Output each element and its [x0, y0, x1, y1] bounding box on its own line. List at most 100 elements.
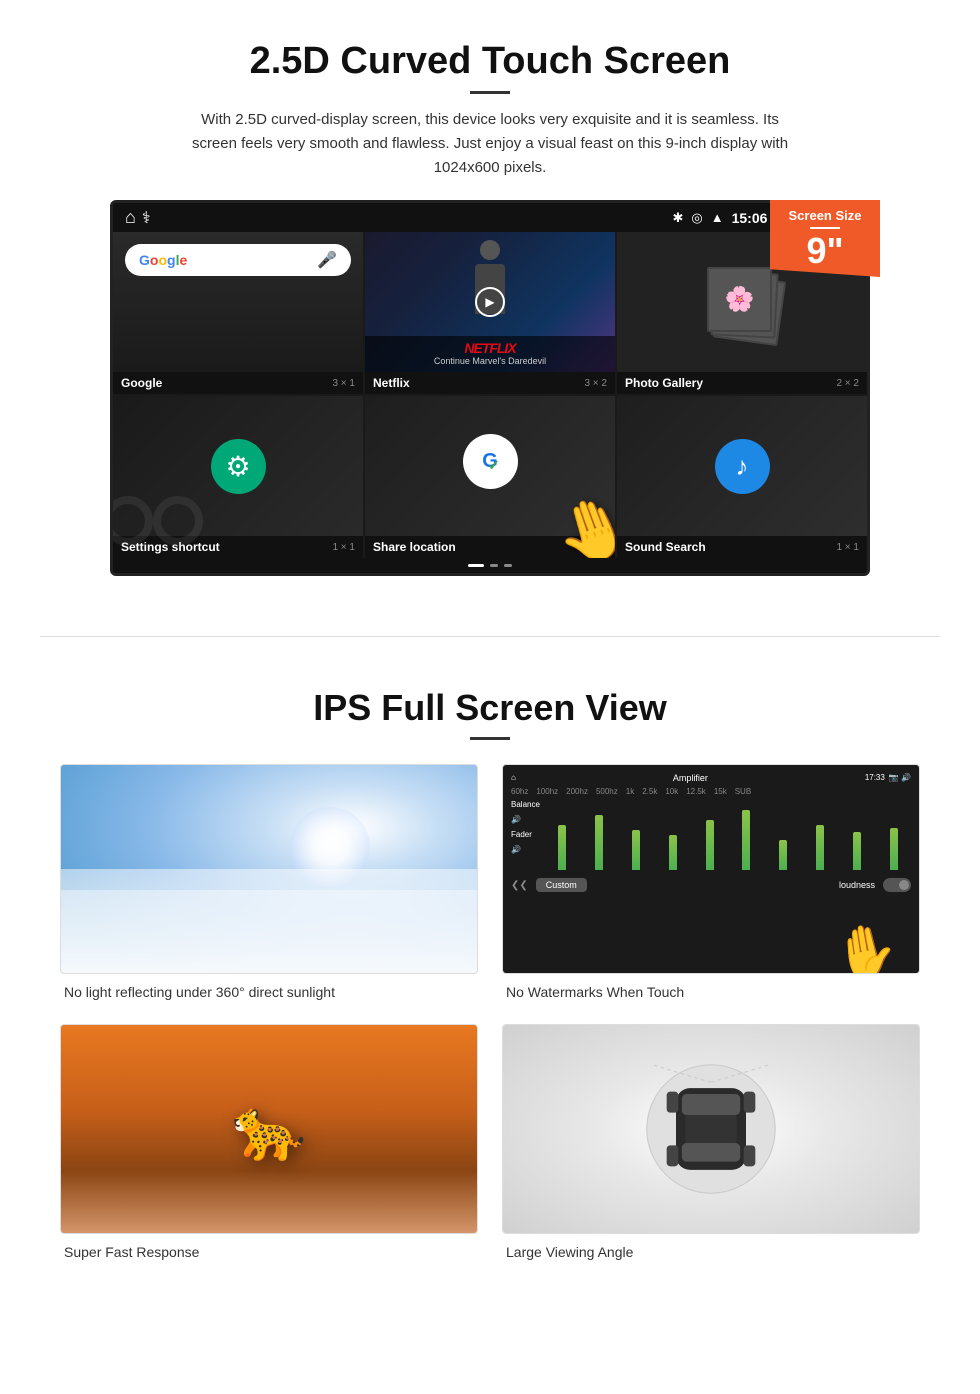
eq-title-text: Amplifier — [520, 773, 861, 783]
netflix-overlay: NETFLIX Continue Marvel's Daredevil — [365, 336, 615, 372]
netflix-app-cell[interactable]: ▶ NETFLIX Continue Marvel's Daredevil Ne… — [365, 232, 615, 394]
share-app-inner: G ✓ 🤚 — [365, 396, 615, 536]
play-button[interactable]: ▶ — [475, 287, 505, 317]
dot-3[interactable] — [504, 564, 512, 567]
feature-caption-4: Large Viewing Angle — [502, 1244, 920, 1260]
sound-label-row: Sound Search 1 × 1 — [617, 536, 867, 558]
settings-app-inner: ⚙ — [113, 396, 363, 536]
flower-icon: 🌸 — [709, 269, 770, 330]
photo-stack: 🌸 — [702, 262, 782, 342]
app-grid: Google 🎤 Google 3 × 1 — [113, 232, 867, 558]
usb-icon: ⚕ — [142, 208, 151, 228]
sound-app-inner: ♪ — [617, 396, 867, 536]
section-curved: 2.5D Curved Touch Screen With 2.5D curve… — [0, 0, 980, 606]
gallery-label-row: Photo Gallery 2 × 2 — [617, 372, 867, 394]
netflix-app-size: 3 × 2 — [584, 378, 607, 389]
status-time: 15:06 — [732, 210, 768, 226]
google-label-row: Google 3 × 1 — [113, 372, 363, 394]
sound-app-cell[interactable]: ♪ Sound Search 1 × 1 — [617, 396, 867, 558]
eq-bar-9 — [853, 832, 861, 870]
eq-bar-2 — [595, 815, 603, 870]
page-divider — [40, 636, 940, 637]
section-ips: IPS Full Screen View No light reflecting… — [0, 667, 980, 1300]
google-logo: Google — [139, 252, 187, 268]
feature-touch: ⌂ Amplifier 17:33 📷 🔊 60hz100hz200hz500h… — [502, 764, 920, 1000]
share-app-cell[interactable]: G ✓ 🤚 Share location 1 × 1 — [365, 396, 615, 558]
photo-front: 🌸 — [707, 267, 772, 332]
feature-fast: 🐆 Super Fast Response — [60, 1024, 478, 1260]
home-icon[interactable]: ⌂ — [125, 207, 136, 228]
feature-sunlight: No light reflecting under 360° direct su… — [60, 764, 478, 1000]
netflix-sub: Continue Marvel's Daredevil — [373, 356, 607, 366]
eq-bottom: ❮❮ Custom loudness — [511, 878, 911, 892]
bg-circle-1 — [113, 496, 153, 546]
eq-icons: 📷 🔊 — [889, 773, 911, 783]
status-bar: ⌂ ⚕ ✱ ◎ ▲ 15:06 📷 🔊 ✖ ▭ — [113, 203, 867, 232]
gallery-app-size: 2 × 2 — [836, 378, 859, 389]
settings-app-size: 1 × 1 — [332, 542, 355, 553]
netflix-bg: ▶ NETFLIX Continue Marvel's Daredevil — [365, 232, 615, 372]
badge-label: Screen Size — [780, 208, 870, 223]
share-app-name: Share location — [373, 540, 456, 554]
section2-title: IPS Full Screen View — [60, 687, 920, 729]
eq-freq-labels: 60hz100hz200hz500hz1k2.5k10k12.5k15kSUB — [511, 787, 911, 796]
eq-controls: Balance 🔊 Fader 🔊 — [511, 800, 911, 870]
bg-circle-2 — [153, 496, 203, 546]
location-icon: ◎ — [691, 210, 702, 226]
feature-caption-1: No light reflecting under 360° direct su… — [60, 984, 478, 1000]
dot-1[interactable] — [468, 564, 484, 567]
sky-image — [61, 765, 477, 973]
eq-statusbar: ⌂ Amplifier 17:33 📷 🔊 — [511, 773, 911, 783]
feature-grid: No light reflecting under 360° direct su… — [60, 764, 920, 1260]
music-icon: ♪ — [715, 439, 770, 494]
device-container: Screen Size 9" ⌂ ⚕ ✱ ◎ ▲ 15:06 📷 🔊 — [110, 200, 870, 576]
bluetooth-icon: ✱ — [672, 210, 683, 226]
badge-divider — [810, 227, 840, 229]
section1-divider — [470, 91, 510, 94]
feature-img-angle — [502, 1024, 920, 1234]
google-app-cell[interactable]: Google 🎤 Google 3 × 1 — [113, 232, 363, 394]
feature-caption-2: No Watermarks When Touch — [502, 984, 920, 1000]
device-wrapper: Screen Size 9" ⌂ ⚕ ✱ ◎ ▲ 15:06 📷 🔊 — [60, 200, 920, 576]
netflix-app-name: Netflix — [373, 376, 410, 390]
settings-icon: ⚙ — [211, 439, 266, 494]
google-search-bar[interactable]: Google 🎤 — [125, 244, 351, 276]
eq-bar-7 — [779, 840, 787, 870]
feature-img-touch: ⌂ Amplifier 17:33 📷 🔊 60hz100hz200hz500h… — [502, 764, 920, 974]
eq-bar-5 — [706, 820, 714, 870]
netflix-app-inner: ▶ NETFLIX Continue Marvel's Daredevil — [365, 232, 615, 372]
sound-app-size: 1 × 1 — [836, 542, 859, 553]
eq-bar-4 — [669, 835, 677, 870]
sound-app-name: Sound Search — [625, 540, 706, 554]
google-app-name: Google — [121, 376, 162, 390]
eq-bar-6 — [742, 810, 750, 870]
netflix-label-row: Netflix 3 × 2 — [365, 372, 615, 394]
hand-touch-icon: ✋ — [829, 917, 903, 974]
screen-size-badge: Screen Size 9" — [770, 200, 880, 277]
feature-caption-3: Super Fast Response — [60, 1244, 478, 1260]
eq-bar-8 — [816, 825, 824, 870]
cheetah-image: 🐆 — [61, 1025, 477, 1233]
google-app-inner: Google 🎤 — [113, 232, 363, 372]
dot-2[interactable] — [490, 564, 498, 567]
eq-bar-10 — [890, 828, 898, 870]
section1-description: With 2.5D curved-display screen, this de… — [180, 108, 800, 180]
maps-icon: G ✓ — [463, 434, 518, 489]
netflix-logo: NETFLIX — [373, 340, 607, 356]
eq-bar-3 — [632, 830, 640, 870]
eq-bar-1 — [558, 825, 566, 870]
car-svg — [641, 1059, 781, 1199]
bg-circles — [113, 496, 203, 546]
device-frame: ⌂ ⚕ ✱ ◎ ▲ 15:06 📷 🔊 ✖ ▭ — [110, 200, 870, 576]
section2-divider — [470, 737, 510, 740]
section1-title: 2.5D Curved Touch Screen — [60, 40, 920, 83]
gallery-app-name: Photo Gallery — [625, 376, 703, 390]
feature-img-sunlight — [60, 764, 478, 974]
settings-app-cell[interactable]: ⚙ Settings shortcut 1 × 1 — [113, 396, 363, 558]
google-mic-icon[interactable]: 🎤 — [317, 250, 337, 270]
pagination-dots — [113, 558, 867, 573]
feature-angle: Large Viewing Angle — [502, 1024, 920, 1260]
google-app-size: 3 × 1 — [332, 378, 355, 389]
eq-time: 17:33 — [865, 773, 885, 783]
eq-home-icon: ⌂ — [511, 773, 516, 783]
